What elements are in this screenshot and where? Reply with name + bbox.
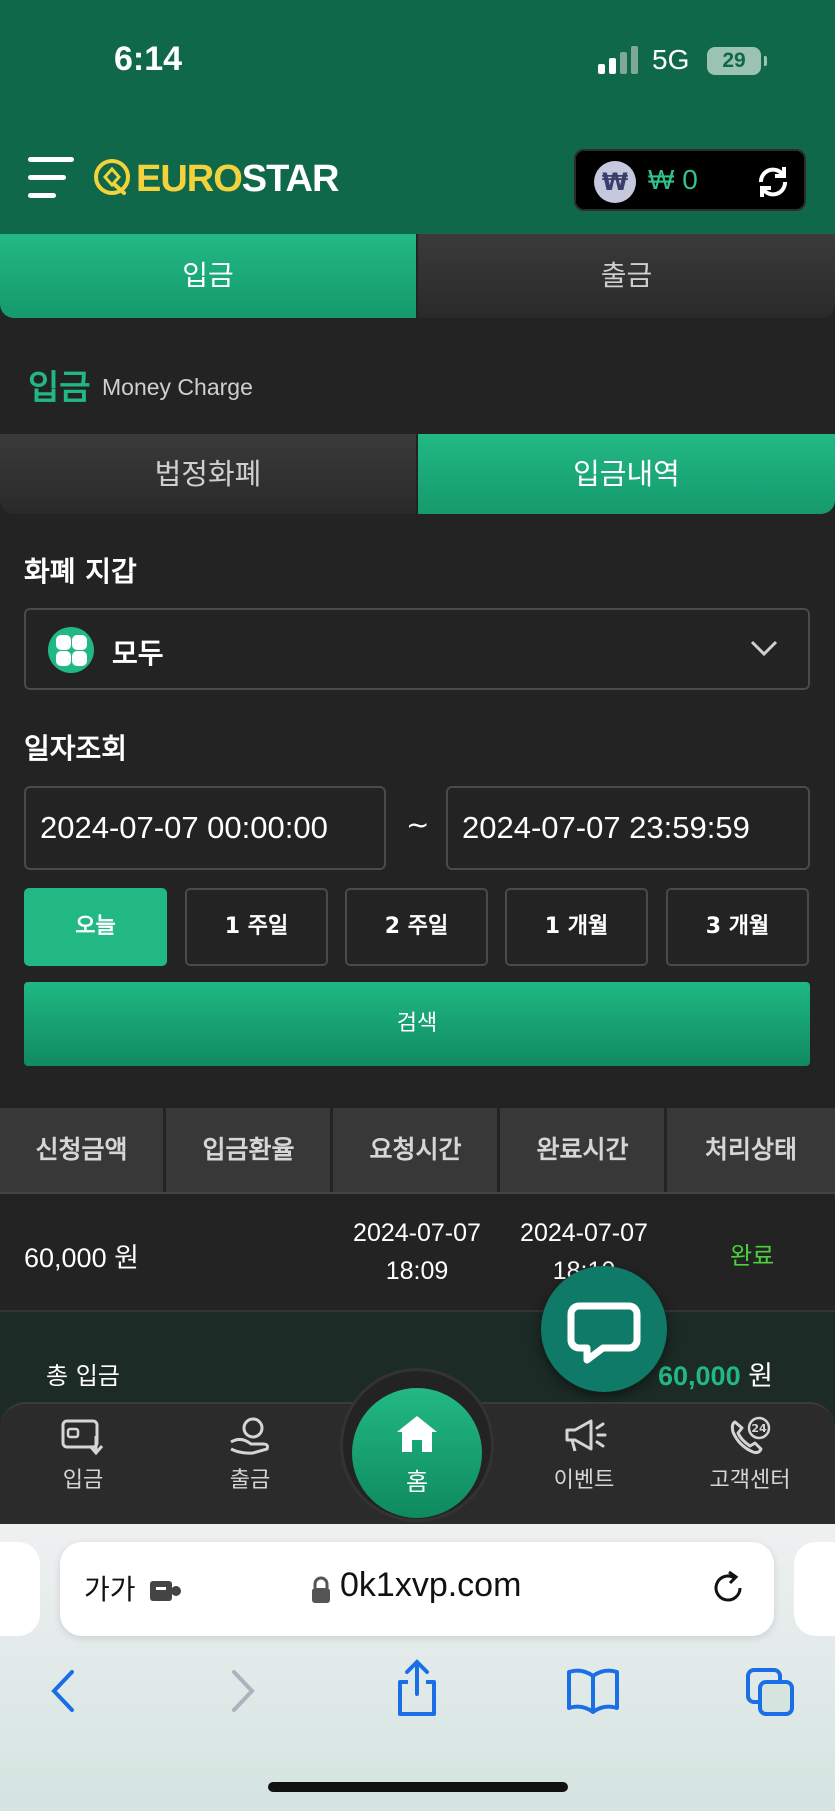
wallet-balance[interactable]: ₩ ₩ 0 [574, 149, 806, 211]
nav-event[interactable]: 이벤트 [514, 1416, 654, 1494]
sub-tabs: 법정화폐 입금내역 [0, 434, 835, 514]
nav-home[interactable]: 홈 [352, 1388, 482, 1518]
nav-withdraw[interactable]: 출금 [180, 1416, 320, 1494]
grid-icon [48, 627, 94, 673]
search-button[interactable]: 검색 [24, 982, 810, 1066]
date-separator: ~ [406, 808, 430, 841]
browser-chrome: 가가 0k1xvp.com [0, 1524, 835, 1811]
status-time: 6:14 [114, 40, 183, 78]
period-1month-button[interactable]: 1 개월 [505, 888, 648, 966]
home-indicator [268, 1782, 568, 1792]
chat-bubble-icon [567, 1302, 641, 1364]
bookmarks-icon[interactable] [566, 1666, 620, 1716]
network-type: 5G [652, 44, 690, 75]
back-icon[interactable] [44, 1666, 84, 1716]
svg-text:24: 24 [751, 1422, 767, 1435]
wallet-select[interactable]: 모두 [24, 608, 810, 690]
deposit-icon [61, 1419, 104, 1456]
refresh-icon[interactable] [754, 163, 792, 201]
url-text[interactable]: 0k1xvp.com [340, 1566, 521, 1605]
lock-icon [312, 1576, 330, 1603]
nav-deposit[interactable]: 입금 [13, 1416, 153, 1494]
period-today-button[interactable]: 오늘 [24, 888, 167, 966]
column-status: 처리상태 [704, 1135, 797, 1164]
column-exchange-rate: 입금환율 [167, 1108, 333, 1192]
forward-icon[interactable] [222, 1666, 262, 1716]
megaphone-icon [565, 1419, 607, 1452]
chevron-down-icon [750, 640, 778, 657]
total-value: 60,000 원 [658, 1361, 773, 1391]
column-complete-time: 완료시간 [501, 1108, 667, 1192]
previous-tab-preview[interactable] [0, 1542, 40, 1636]
column-request-time: 요청시간 [334, 1108, 500, 1192]
brand-logo[interactable]: EUROSTAR [136, 158, 339, 201]
home-icon [397, 1416, 437, 1452]
balance-value: ₩ 0 [648, 164, 698, 195]
address-bar[interactable]: 가가 0k1xvp.com [60, 1542, 774, 1636]
tabs-icon[interactable] [744, 1666, 796, 1718]
total-label: 총 입금 [46, 1362, 120, 1390]
main-tabs: 입금 출금 [0, 234, 835, 318]
wallet-filter-label: 화폐 지갑 [24, 555, 137, 588]
tab-deposit[interactable]: 입금 [0, 234, 416, 318]
date-filter-label: 일자조회 [24, 732, 128, 765]
chat-button[interactable] [541, 1266, 667, 1392]
table-row: 60,000 원 2024-07-0718:09 2024-07-0718:10… [0, 1192, 835, 1310]
withdraw-icon [230, 1417, 269, 1455]
wallet-selected-value: 모두 [112, 637, 164, 670]
won-coin-icon: ₩ [594, 161, 636, 203]
date-to-input[interactable]: 2024-07-07 23:59:59 [446, 786, 810, 870]
period-3month-button[interactable]: 3 개월 [666, 888, 809, 966]
tab-deposit-history[interactable]: 입금내역 [418, 434, 835, 514]
battery-icon: 29 [707, 47, 767, 75]
logo-icon [94, 159, 130, 195]
menu-icon[interactable] [28, 157, 74, 201]
tab-withdraw[interactable]: 출금 [418, 234, 835, 318]
nav-support[interactable]: 24 고객센터 [680, 1416, 820, 1494]
share-icon[interactable] [392, 1658, 442, 1718]
signal-icon [598, 46, 640, 74]
period-2week-button[interactable]: 2 주일 [345, 888, 488, 966]
table-header: 신청금액 입금환율 요청시간 완료시간 처리상태 [0, 1108, 835, 1192]
text-size-button[interactable]: 가가 [84, 1568, 184, 1608]
date-from-input[interactable]: 2024-07-07 00:00:00 [24, 786, 386, 870]
page-subtitle: Money Charge [102, 374, 253, 400]
extension-icon [150, 1581, 182, 1601]
support-24-icon: 24 [730, 1416, 771, 1455]
reload-icon[interactable] [708, 1568, 748, 1608]
period-1week-button[interactable]: 1 주일 [185, 888, 328, 966]
next-tab-preview[interactable] [794, 1542, 835, 1636]
page-title: 입금 [28, 368, 91, 408]
tab-fiat[interactable]: 법정화폐 [0, 434, 416, 514]
status-badge: 완료 [730, 1243, 775, 1270]
column-request-amount: 신청금액 [0, 1108, 166, 1192]
row-request-time: 2024-07-07 18:09 [353, 1219, 481, 1285]
row-amount: 60,000 원 [24, 1243, 139, 1273]
